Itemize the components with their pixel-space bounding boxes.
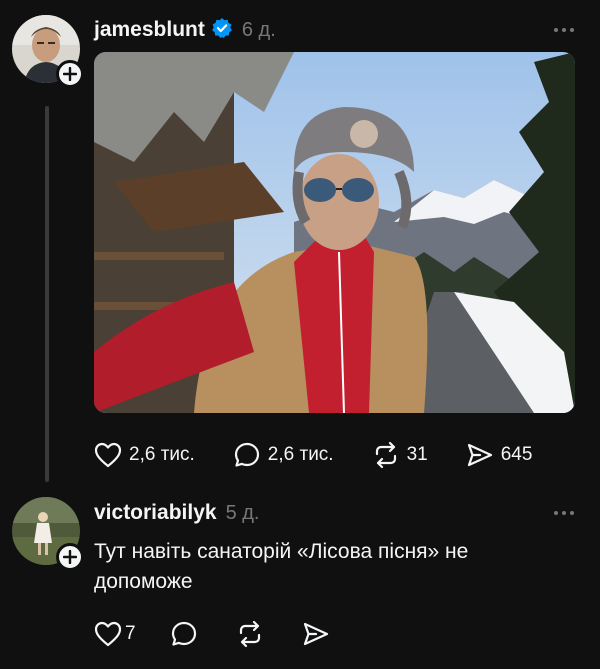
share-button[interactable]: 645 [466,442,533,468]
follow-plus-icon [63,67,77,81]
reply-more-button[interactable] [554,511,574,515]
reply-repost-button[interactable] [236,620,264,648]
follow-plus-icon [63,550,77,564]
reply-follow-button[interactable] [56,543,84,571]
share-icon [467,443,492,467]
verified-icon [211,17,233,44]
more-icon [554,511,558,515]
share-count: 645 [500,444,533,465]
post-more-button[interactable] [554,28,574,32]
comment-icon [234,442,259,467]
like-count: 2,6 тис. [129,444,195,465]
thread-line [45,106,49,482]
heart-icon [94,621,122,647]
repost-icon [239,620,260,648]
post-header: jamesblunt 6 д. [94,16,276,44]
reply-share-button[interactable] [302,621,330,647]
repost-icon [375,441,396,469]
post-actions: 2,6 тис. 2,6 тис. 31 645 [94,441,570,469]
reply-comment-button[interactable] [170,620,198,648]
heart-icon [94,442,122,468]
more-icon [554,28,558,32]
reply-text: Тут навіть санаторій «Лісова пісня» не д… [94,540,469,593]
reply-like-count: 7 [125,623,136,644]
repost-button[interactable]: 31 [372,441,428,469]
like-button[interactable]: 2,6 тис. [94,442,195,468]
reply-username[interactable]: victoriabilyk [94,501,217,525]
share-icon [303,622,328,646]
comment-count: 2,6 тис. [267,444,334,465]
comment-button[interactable]: 2,6 тис. [233,441,334,469]
post-username[interactable]: jamesblunt [94,18,205,42]
reply-time: 5 д. [225,501,260,524]
post-photo[interactable] [94,52,575,413]
reply-header: victoriabilyk 5 д. [94,499,259,527]
reply-like-button[interactable]: 7 [94,621,136,647]
repost-count: 31 [406,444,428,465]
follow-button[interactable] [56,60,84,88]
comment-icon [171,621,196,646]
post-time: 6 д. [241,18,276,41]
reply-actions: 7 [94,620,368,648]
